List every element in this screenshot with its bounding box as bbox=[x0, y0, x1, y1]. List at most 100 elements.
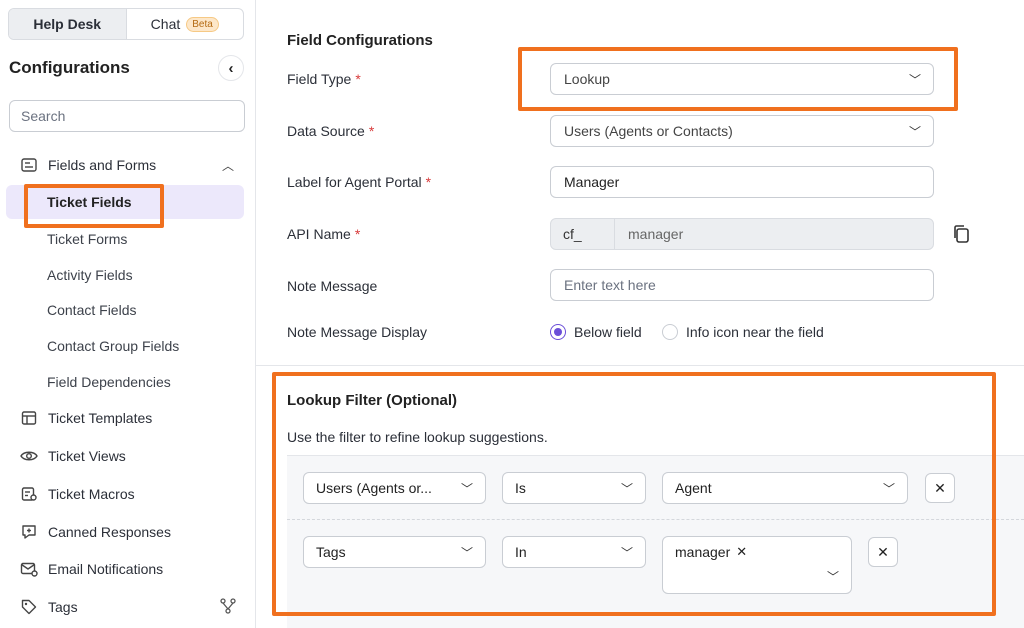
sidebar-item-label: Field Dependencies bbox=[47, 374, 171, 390]
note-display-label: Note Message Display bbox=[287, 324, 428, 340]
sidebar-item-label: Ticket Macros bbox=[48, 486, 135, 502]
section-divider bbox=[256, 365, 1024, 366]
product-switcher: Help Desk Chat Beta bbox=[8, 8, 244, 40]
note-message-label: Note Message bbox=[287, 278, 378, 294]
sidebar-item-label: Contact Group Fields bbox=[47, 338, 180, 354]
sidebar-subitem-contact-group-fields[interactable]: Contact Group Fields bbox=[6, 329, 244, 363]
sidebar-item-label: Ticket Fields bbox=[47, 194, 132, 210]
input-placeholder: Enter text here bbox=[564, 277, 656, 293]
tab-label: Chat bbox=[150, 16, 181, 32]
remove-filter-button[interactable]: ✕ bbox=[868, 537, 898, 567]
filter-tags-multiselect[interactable]: manager ✕ ﹀ bbox=[662, 536, 852, 594]
tab-help-desk[interactable]: Help Desk bbox=[9, 9, 127, 39]
required-marker: * bbox=[425, 174, 432, 190]
api-prefix: cf_ bbox=[551, 219, 615, 249]
sidebar-item-label: Contact Fields bbox=[47, 302, 137, 318]
sidebar-item-fields-and-forms[interactable]: Fields and Forms ︿ bbox=[0, 150, 256, 180]
sidebar-item-tags[interactable]: Tags bbox=[0, 592, 256, 622]
tab-chat[interactable]: Chat Beta bbox=[127, 9, 244, 39]
select-value: Users (Agents or... bbox=[316, 480, 432, 496]
canned-response-icon bbox=[20, 523, 38, 541]
filter-row-divider bbox=[287, 519, 1024, 520]
chevron-down-icon: ﹀ bbox=[882, 481, 895, 496]
sidebar-subitem-activity-fields[interactable]: Activity Fields bbox=[6, 258, 244, 292]
sidebar-subitem-ticket-fields[interactable]: Ticket Fields bbox=[6, 185, 244, 219]
search-input[interactable] bbox=[9, 100, 245, 132]
radio-unselected-icon bbox=[662, 324, 678, 340]
field-type-select[interactable]: Lookup ﹀ bbox=[550, 63, 934, 95]
radio-label: Info icon near the field bbox=[686, 324, 824, 340]
chevron-down-icon: ﹀ bbox=[826, 570, 839, 584]
tag-chip: manager ✕ bbox=[675, 544, 747, 560]
chevron-down-icon: ﹀ bbox=[908, 72, 921, 87]
filter-operator-select[interactable]: In ﹀ bbox=[502, 536, 646, 568]
required-marker: * bbox=[355, 71, 361, 87]
macro-icon bbox=[20, 485, 38, 503]
filter-field-select[interactable]: Users (Agents or... ﹀ bbox=[303, 472, 486, 504]
label-text: Field Type bbox=[287, 71, 352, 87]
chevron-left-icon: ‹ bbox=[228, 59, 234, 77]
select-value: Users (Agents or Contacts) bbox=[564, 123, 733, 139]
eye-icon bbox=[20, 447, 38, 465]
sidebar: Help Desk Chat Beta Configurations ‹ Fiel… bbox=[0, 0, 256, 628]
tab-label: Help Desk bbox=[33, 16, 102, 32]
data-source-select[interactable]: Users (Agents or Contacts) ﹀ bbox=[550, 115, 934, 147]
beta-badge: Beta bbox=[186, 16, 219, 32]
sidebar-item-label: Ticket Views bbox=[48, 448, 126, 464]
sidebar-subitem-field-dependencies[interactable]: Field Dependencies bbox=[6, 365, 244, 399]
select-value: In bbox=[515, 544, 527, 560]
note-message-input[interactable]: Enter text here bbox=[550, 269, 934, 301]
tag-icon bbox=[20, 598, 38, 616]
filter-field-select[interactable]: Tags ﹀ bbox=[303, 536, 486, 568]
label-text: API Name bbox=[287, 226, 351, 242]
sidebar-item-ticket-macros[interactable]: Ticket Macros bbox=[0, 479, 256, 509]
form-fields-icon bbox=[20, 156, 38, 174]
section-title: Field Configurations bbox=[287, 32, 433, 49]
email-icon bbox=[20, 560, 38, 578]
sidebar-item-ticket-views[interactable]: Ticket Views bbox=[0, 441, 256, 471]
agent-portal-label-input[interactable]: Manager bbox=[550, 166, 934, 198]
chevron-down-icon: ﹀ bbox=[908, 124, 921, 139]
remove-filter-button[interactable]: ✕ bbox=[925, 473, 955, 503]
select-value: Agent bbox=[675, 480, 712, 496]
agent-portal-label: Label for Agent Portal * bbox=[287, 174, 431, 190]
api-name-value: manager bbox=[628, 226, 684, 242]
close-icon: ✕ bbox=[877, 543, 889, 560]
sidebar-item-email-notifications[interactable]: Email Notifications bbox=[0, 554, 256, 584]
label-text: Label for Agent Portal bbox=[287, 174, 422, 190]
api-name-field: cf_ manager bbox=[550, 218, 934, 250]
data-source-label: Data Source * bbox=[287, 123, 374, 139]
lookup-filter-description: Use the filter to refine lookup suggesti… bbox=[287, 429, 548, 445]
sidebar-item-label: Ticket Forms bbox=[47, 231, 128, 247]
sidebar-item-label: Canned Responses bbox=[48, 524, 171, 540]
radio-info-icon[interactable]: Info icon near the field bbox=[662, 324, 824, 340]
field-type-label: Field Type * bbox=[287, 71, 361, 87]
radio-label: Below field bbox=[574, 324, 642, 340]
filter-value-select[interactable]: Agent ﹀ bbox=[662, 472, 908, 504]
main-content: Field Configurations Field Type * Lookup ﹀… bbox=[256, 0, 1024, 628]
filter-operator-select[interactable]: Is ﹀ bbox=[502, 472, 646, 504]
copy-icon[interactable] bbox=[952, 224, 970, 244]
sidebar-item-canned-responses[interactable]: Canned Responses bbox=[0, 517, 256, 547]
label-text: Data Source bbox=[287, 123, 365, 139]
radio-selected-icon bbox=[550, 324, 566, 340]
lookup-filter-title: Lookup Filter (Optional) bbox=[287, 392, 457, 409]
sidebar-subitem-ticket-forms[interactable]: Ticket Forms bbox=[6, 222, 244, 256]
chip-label: manager bbox=[675, 544, 731, 560]
sidebar-item-label: Email Notifications bbox=[48, 561, 164, 577]
radio-below-field[interactable]: Below field bbox=[550, 324, 642, 340]
required-marker: * bbox=[368, 123, 375, 139]
chevron-up-icon: ︿ bbox=[221, 158, 234, 173]
sidebar-item-label: Fields and Forms bbox=[48, 157, 157, 173]
input-value: Manager bbox=[564, 174, 620, 190]
collapse-sidebar-button[interactable]: ‹ bbox=[218, 55, 244, 81]
chevron-down-icon: ﹀ bbox=[620, 545, 633, 560]
hierarchy-icon bbox=[220, 597, 236, 617]
select-value: Tags bbox=[316, 544, 346, 560]
sidebar-item-label: Ticket Templates bbox=[48, 410, 153, 426]
sidebar-subitem-contact-fields[interactable]: Contact Fields bbox=[6, 293, 244, 327]
chevron-down-icon: ﹀ bbox=[460, 545, 473, 560]
sidebar-item-ticket-templates[interactable]: Ticket Templates bbox=[0, 403, 256, 433]
remove-chip-icon[interactable]: ✕ bbox=[736, 544, 747, 560]
sidebar-title: Configurations bbox=[9, 58, 130, 77]
